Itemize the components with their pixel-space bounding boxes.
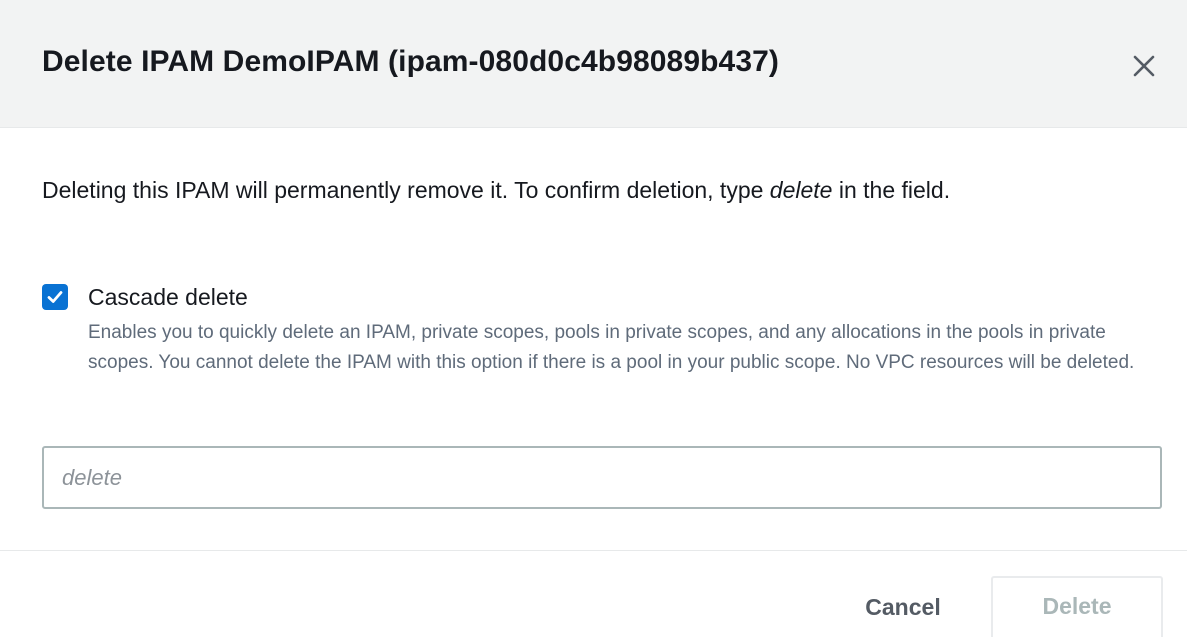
cascade-delete-option[interactable]: Cascade delete	[42, 280, 248, 314]
description-keyword: delete	[769, 177, 833, 203]
dialog-footer: Cancel Delete	[0, 550, 1187, 637]
dialog-body: Deleting this IPAM will permanently remo…	[0, 128, 1187, 550]
confirm-delete-input[interactable]	[42, 446, 1162, 509]
cascade-delete-checkbox[interactable]	[42, 284, 68, 310]
cascade-delete-description: Enables you to quickly delete an IPAM, p…	[88, 322, 1135, 373]
description-text-end: in the field.	[832, 177, 951, 203]
dialog-header: Delete IPAM DemoIPAM (ipam-080d0c4b98089…	[0, 0, 1187, 128]
delete-ipam-dialog: Delete IPAM DemoIPAM (ipam-080d0c4b98089…	[0, 0, 1187, 637]
cancel-button[interactable]: Cancel	[838, 577, 968, 637]
checkmark-icon	[47, 291, 63, 303]
cascade-delete-label[interactable]: Cascade delete	[88, 280, 248, 314]
close-button[interactable]	[1124, 48, 1164, 84]
close-icon	[1133, 55, 1155, 77]
confirmation-description: Deleting this IPAM will permanently remo…	[42, 169, 1152, 211]
dialog-title: Delete IPAM DemoIPAM (ipam-080d0c4b98089…	[42, 45, 779, 78]
delete-button[interactable]: Delete	[991, 576, 1163, 637]
description-text: Deleting this IPAM will permanently remo…	[42, 177, 770, 203]
